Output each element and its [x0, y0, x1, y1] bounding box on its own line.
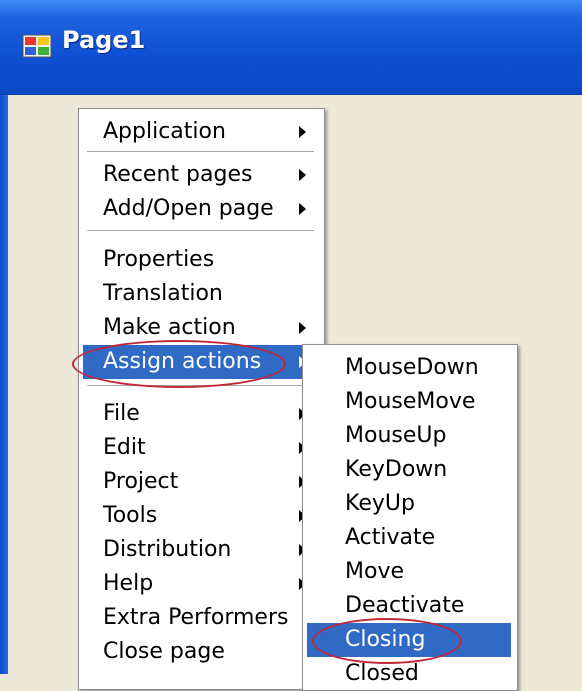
submenu-item-label: Closing [345, 627, 426, 652]
submenu-item-closing[interactable]: Closing [307, 623, 511, 657]
menu-item-label: File [103, 401, 140, 426]
menu-item-assign-actions[interactable]: Assign actions [83, 345, 318, 379]
submenu-item-label: MouseDown [345, 355, 479, 380]
menu-item-distribution[interactable]: Distribution [83, 533, 318, 567]
submenu-item-mousedown[interactable]: MouseDown [307, 351, 511, 385]
menu-item-recent-pages[interactable]: Recent pages [83, 158, 318, 192]
submenu-item-activate[interactable]: Activate [307, 521, 511, 555]
menu-item-label: Recent pages [103, 162, 253, 187]
submenu-item-label: Move [345, 559, 404, 584]
submenu-item-label: Deactivate [345, 593, 465, 618]
menu-item-edit[interactable]: Edit [83, 431, 318, 465]
menu-item-label: Add/Open page [103, 196, 274, 221]
submenu-arrow-icon [299, 169, 306, 181]
menu-item-label: Close page [103, 639, 225, 664]
menu-item-project[interactable]: Project [83, 465, 318, 499]
menu-item-label: Project [103, 469, 179, 494]
submenu-arrow-icon [299, 322, 306, 334]
submenu-item-mouseup[interactable]: MouseUp [307, 419, 511, 453]
submenu-item-label: MouseUp [345, 423, 447, 448]
menu-item-file[interactable]: File [83, 397, 318, 431]
title-bar[interactable]: Page1 [0, 0, 582, 95]
menu-item-label: Edit [103, 435, 146, 460]
menu-separator [87, 385, 314, 387]
menu-item-properties[interactable]: Properties [83, 243, 318, 277]
menu-item-label: Assign actions [103, 349, 262, 374]
menu-item-extra-performers[interactable]: Extra Performers [83, 601, 318, 635]
submenu-item-move[interactable]: Move [307, 555, 511, 589]
submenu-item-keydown[interactable]: KeyDown [307, 453, 511, 487]
submenu-item-label: MouseMove [345, 389, 476, 414]
submenu-item-label: KeyDown [345, 457, 448, 482]
menu-item-make-action[interactable]: Make action [83, 311, 318, 345]
menu-item-label: Tools [103, 503, 158, 528]
window-title: Page1 [62, 26, 146, 54]
menu-item-help[interactable]: Help [83, 567, 318, 601]
menu-item-label: Properties [103, 247, 215, 272]
submenu-item-closed[interactable]: Closed [307, 657, 511, 691]
menu-separator [87, 151, 314, 153]
submenu-item-keyup[interactable]: KeyUp [307, 487, 511, 521]
submenu-item-deactivate[interactable]: Deactivate [307, 589, 511, 623]
menu-item-label: Distribution [103, 537, 232, 562]
submenu-arrow-icon [299, 126, 306, 138]
submenu-item-mousemove[interactable]: MouseMove [307, 385, 511, 419]
submenu-arrow-icon [299, 203, 306, 215]
window-left-border [0, 95, 8, 674]
app-window-icon [22, 34, 52, 58]
menu-item-add-open-page[interactable]: Add/Open page [83, 192, 318, 226]
submenu-item-label: KeyUp [345, 491, 415, 516]
menu-item-close-page[interactable]: Close page [83, 635, 318, 669]
menu-item-translation[interactable]: Translation [83, 277, 318, 311]
menu-item-label: Application [103, 119, 226, 144]
menu-item-label: Translation [103, 281, 223, 306]
menu-separator [87, 230, 314, 232]
menu-item-application[interactable]: Application [83, 115, 318, 149]
menu-item-label: Help [103, 571, 154, 596]
assign-actions-submenu: MouseDown MouseMove MouseUp KeyDown KeyU… [302, 344, 518, 691]
menu-item-label: Extra Performers [103, 605, 289, 630]
submenu-item-label: Activate [345, 525, 436, 550]
menu-item-label: Make action [103, 315, 236, 340]
menu-item-tools[interactable]: Tools [83, 499, 318, 533]
context-menu: Application Recent pages Add/Open page P… [78, 108, 325, 690]
